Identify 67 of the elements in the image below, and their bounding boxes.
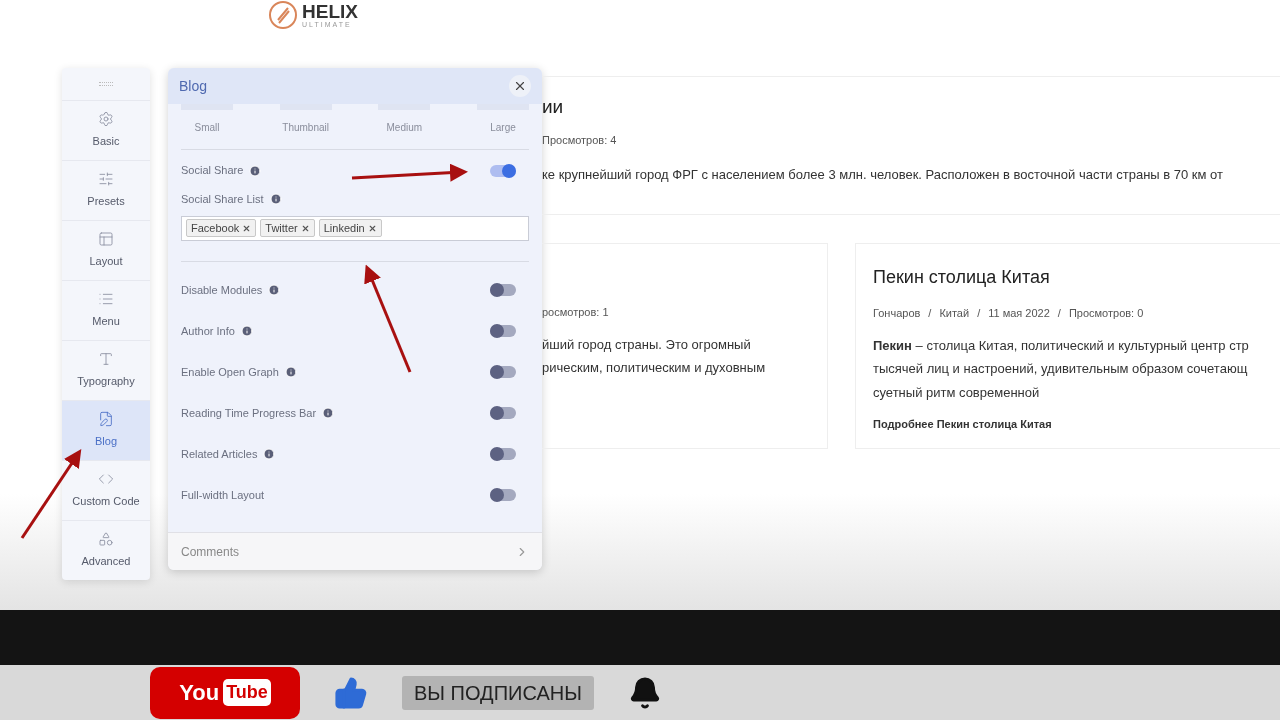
thumbs-up-icon[interactable] [334,675,368,710]
card-excerpt-line: рическим, политическим и духовным [542,359,767,377]
tag-label: Facebook [191,220,240,236]
card-meta: 11 мая 2022 [988,306,1050,321]
card-meta: Гончаров [873,306,921,321]
setting-label: Social Share [181,163,244,179]
setting-label: Enable Open Graph [181,364,279,380]
document-pen-icon [98,411,114,428]
image-size-label: Medium [386,121,423,135]
text-icon [98,351,114,368]
tags-input-field[interactable]: Facebook Twitter Linkedin [181,215,529,241]
toggle-switch[interactable] [490,284,516,296]
image-size-label: Small [194,121,220,135]
tag-label: Twitter [265,220,298,236]
sidebar-tab[interactable]: Blog [62,400,150,460]
toggle-switch[interactable] [490,164,516,177]
layout-icon [98,231,114,248]
close-icon [513,79,527,93]
card-meta: Просмотров: 0 [1068,306,1144,321]
setting-label: Disable Modules [181,282,263,298]
sidebar-tab[interactable]: Layout [62,220,150,280]
shapes-icon [98,531,114,548]
image-size-label: Thumbnail [282,121,329,135]
card-meta: / [977,306,981,321]
card-meta: росмотров: 1 [542,305,609,320]
setting-label: Reading Time Progress Bar [181,405,317,421]
drag-handle-icon[interactable] [99,82,113,86]
setting-label: Author Info [181,323,235,339]
sidebar-tab[interactable]: Advanced [62,520,150,580]
card-excerpt-line: йший город страны. Это огромный [542,335,752,354]
article-meta: Просмотров: 4 [542,133,618,148]
article-excerpt: ке крупнейший город ФРГ с населением более 3 млн. человек. Расположен в восточной части страны в 70 км от [542,165,1224,184]
card-meta: Китай [939,306,970,321]
logo-tube-text: Tube [223,679,271,706]
close-button[interactable] [509,75,531,97]
sidebar-tab[interactable]: Basic [62,100,150,160]
logo-text: HELIX [302,2,358,21]
tag-label: Linkedin [323,220,365,236]
sidebar-tab[interactable]: Custom Code [62,460,150,520]
remove-icon[interactable] [367,223,377,233]
toggle-switch[interactable] [490,325,516,337]
logo-icon [268,0,298,30]
toggle-switch[interactable] [490,489,516,501]
image-size-label: Large [490,121,516,135]
card-meta: / [1057,306,1061,321]
gear-icon [98,111,114,128]
card-title[interactable]: Пекин столица Китая [873,264,1280,291]
sidebar-tab[interactable]: Menu [62,280,150,340]
toggle-switch[interactable] [490,366,516,378]
card-excerpt-line: Пекин – столица Китая, политический и культурный центр стр [873,336,1250,355]
remove-icon[interactable] [242,223,252,233]
setting-label: Social Share List [181,192,264,207]
logo-you-text: You [179,679,220,707]
card-meta: / [928,306,932,321]
card-excerpt-line: суетный ритм современной [873,383,1041,402]
remove-icon[interactable] [300,223,310,233]
setting-label: Related Articles [181,446,258,462]
setting-label: Full-width Layout [181,487,265,503]
panel-title: Blog [179,76,208,96]
card-excerpt-line: тысячей лиц и настроений, удивительным образом сочетающ [873,360,1249,378]
sliders-icon [98,171,114,188]
toggle-switch[interactable] [490,407,516,419]
sidebar-tab[interactable]: Presets [62,160,150,220]
subscribed-button[interactable]: ВЫ ПОДПИСАНЫ [402,675,594,710]
read-more-link[interactable]: Подробнее Пекин столица Китая [873,416,1280,433]
article-title[interactable]: ии [542,97,1280,116]
toggle-switch[interactable] [490,448,516,460]
